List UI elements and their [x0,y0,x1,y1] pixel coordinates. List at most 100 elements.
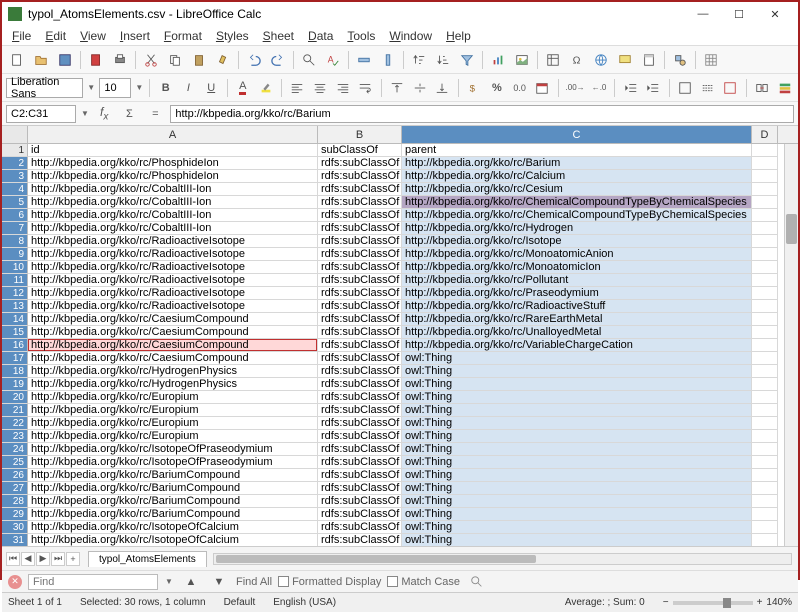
cell[interactable]: rdfs:subClassOf [318,274,402,287]
cell[interactable]: http://kbpedia.org/kko/rc/Hydrogen [402,222,752,235]
cell[interactable]: owl:Thing [402,534,752,546]
select-all-corner[interactable] [2,126,28,143]
cell[interactable] [752,482,778,495]
cell[interactable]: http://kbpedia.org/kko/rc/VariableCharge… [402,339,752,352]
cell[interactable]: http://kbpedia.org/kko/rc/Cesium [402,183,752,196]
highlight-color-icon[interactable] [256,77,275,99]
cell[interactable]: http://kbpedia.org/kko/rc/BariumCompound [28,495,318,508]
name-box[interactable]: C2:C31 [6,105,76,123]
sort-asc-icon[interactable] [408,49,430,71]
number-icon[interactable]: 0.0 [510,77,529,99]
cell[interactable] [752,404,778,417]
save-icon[interactable] [54,49,76,71]
sum-icon[interactable]: Σ [118,103,140,125]
prev-sheet-icon[interactable]: ◀ [21,552,35,566]
find-icon[interactable] [298,49,320,71]
find-prev-icon[interactable]: ▲ [180,571,202,593]
cell[interactable]: http://kbpedia.org/kko/rc/CobaltIII-Ion [28,183,318,196]
row-header[interactable]: 20 [2,391,28,404]
formatted-display-checkbox[interactable]: Formatted Display [278,576,381,588]
spellcheck-icon[interactable]: A [322,49,344,71]
row-header[interactable]: 17 [2,352,28,365]
row-header[interactable]: 18 [2,365,28,378]
cell[interactable]: rdfs:subClassOf [318,482,402,495]
cell[interactable]: rdfs:subClassOf [318,222,402,235]
cell[interactable]: http://kbpedia.org/kko/rc/RadioactiveIso… [28,287,318,300]
cell[interactable] [752,170,778,183]
close-findbar-icon[interactable]: ✕ [8,575,22,589]
hyperlink-icon[interactable] [590,49,612,71]
cell[interactable] [752,508,778,521]
cell[interactable]: http://kbpedia.org/kko/rc/CaesiumCompoun… [28,326,318,339]
draw-icon[interactable] [669,49,691,71]
menu-tools[interactable]: Tools [341,27,381,45]
cell[interactable] [752,157,778,170]
cell[interactable]: owl:Thing [402,378,752,391]
cell[interactable]: owl:Thing [402,482,752,495]
cell[interactable]: rdfs:subClassOf [318,157,402,170]
cell[interactable]: http://kbpedia.org/kko/rc/PhosphideIon [28,170,318,183]
equals-icon[interactable]: = [144,103,166,125]
menu-help[interactable]: Help [440,27,477,45]
new-icon[interactable] [6,49,28,71]
add-sheet-icon[interactable]: + [66,552,80,566]
cell[interactable] [752,417,778,430]
find-all-button[interactable]: Find All [236,576,272,588]
cell[interactable]: rdfs:subClassOf [318,469,402,482]
open-icon[interactable] [30,49,52,71]
chevron-down-icon[interactable]: ▼ [135,83,143,92]
row-header[interactable]: 29 [2,508,28,521]
cell[interactable]: http://kbpedia.org/kko/rc/IsotopeOfCalci… [28,534,318,546]
column-header-a[interactable]: A [28,126,318,143]
cell[interactable]: rdfs:subClassOf [318,456,402,469]
cell[interactable]: rdfs:subClassOf [318,313,402,326]
cell[interactable] [752,365,778,378]
cell[interactable] [752,469,778,482]
cell[interactable]: rdfs:subClassOf [318,196,402,209]
chevron-down-icon[interactable]: ▼ [80,109,90,118]
vertical-scrollbar[interactable] [784,144,798,546]
cell[interactable] [752,209,778,222]
cell[interactable]: rdfs:subClassOf [318,378,402,391]
row-header[interactable]: 24 [2,443,28,456]
zoom-slider[interactable] [673,601,753,605]
row-icon[interactable] [353,49,375,71]
remove-decimal-icon[interactable]: ←.0 [590,77,609,99]
next-sheet-icon[interactable]: ▶ [36,552,50,566]
row-header[interactable]: 7 [2,222,28,235]
cell[interactable] [752,391,778,404]
paste-icon[interactable] [188,49,210,71]
cell[interactable]: http://kbpedia.org/kko/rc/PhosphideIon [28,157,318,170]
first-sheet-icon[interactable]: ⏮ [6,552,20,566]
menu-styles[interactable]: Styles [210,27,255,45]
row-header[interactable]: 11 [2,274,28,287]
italic-icon[interactable]: I [179,77,198,99]
cell[interactable]: http://kbpedia.org/kko/rc/CobaltIII-Ion [28,209,318,222]
align-left-icon[interactable] [288,77,307,99]
cell[interactable]: http://kbpedia.org/kko/rc/BariumCompound [28,508,318,521]
row-header[interactable]: 10 [2,261,28,274]
cell[interactable]: http://kbpedia.org/kko/rc/UnalloyedMetal [402,326,752,339]
cell[interactable]: http://kbpedia.org/kko/rc/RareEarthMetal [402,313,752,326]
cell[interactable]: rdfs:subClassOf [318,391,402,404]
cell[interactable] [752,183,778,196]
cell[interactable]: rdfs:subClassOf [318,508,402,521]
row-header[interactable]: 19 [2,378,28,391]
cell[interactable] [752,326,778,339]
cell[interactable] [752,222,778,235]
function-wizard-icon[interactable]: fx [94,105,114,122]
cell[interactable]: owl:Thing [402,417,752,430]
cell[interactable]: http://kbpedia.org/kko/rc/Barium [402,157,752,170]
cell[interactable] [752,378,778,391]
cell[interactable]: rdfs:subClassOf [318,495,402,508]
match-case-checkbox[interactable]: Match Case [387,576,460,588]
border-color-icon[interactable] [721,77,740,99]
cell[interactable]: rdfs:subClassOf [318,287,402,300]
find-next-icon[interactable]: ▼ [208,571,230,593]
cell[interactable]: http://kbpedia.org/kko/rc/MonoatomicAnio… [402,248,752,261]
autofilter-icon[interactable] [456,49,478,71]
show-grid-icon[interactable] [700,49,722,71]
cell[interactable] [752,300,778,313]
valign-top-icon[interactable] [388,77,407,99]
export-pdf-icon[interactable] [85,49,107,71]
